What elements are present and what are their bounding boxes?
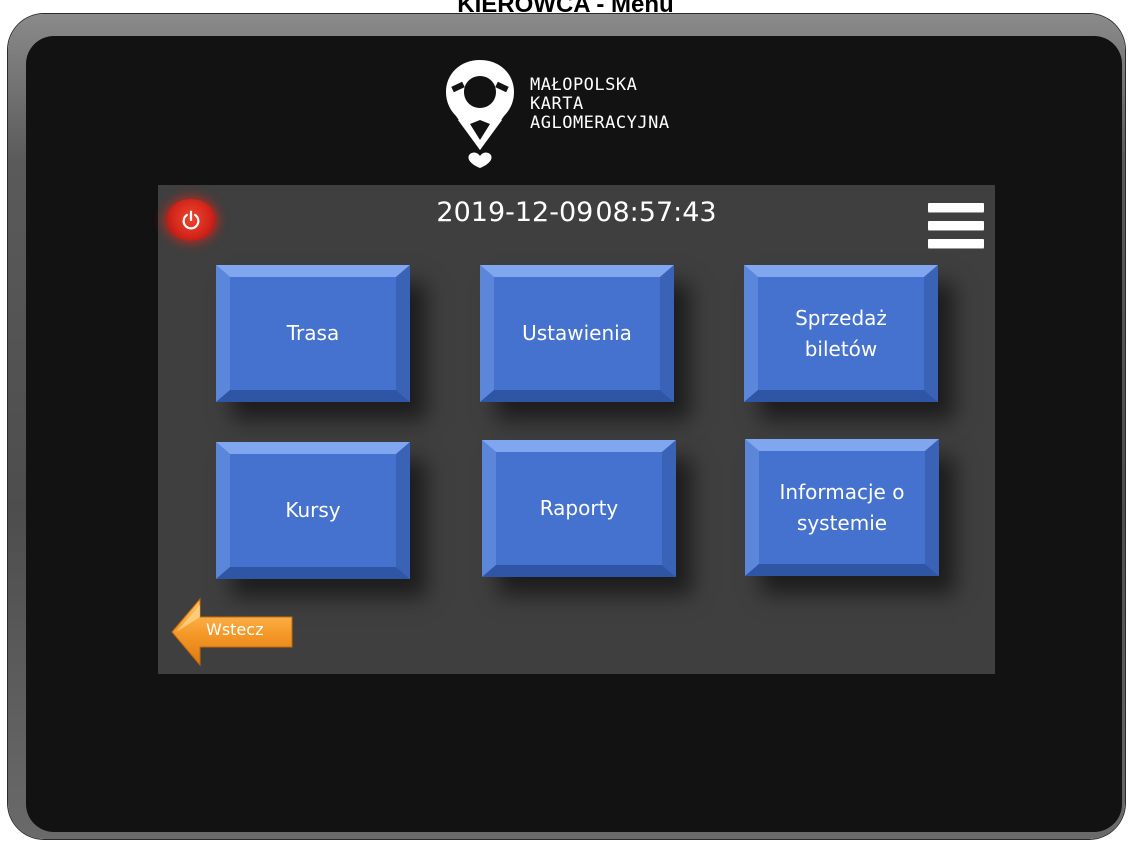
status-time: 08:57:43: [595, 197, 717, 228]
menu-tile-sprzedaz-biletow[interactable]: Sprzedaż biletów: [744, 265, 938, 402]
menu-tile-label: Kursy: [285, 498, 341, 522]
menu-tile-label: Trasa: [286, 321, 340, 345]
menu-tile-label: Raporty: [539, 496, 619, 520]
brand-logo: MAŁOPOLSKA KARTA AGLOMERACYJNA: [440, 54, 740, 170]
menu-tile-raporty[interactable]: Raporty: [482, 440, 676, 577]
back-button[interactable]: Wstecz: [166, 597, 296, 667]
hamburger-menu-button[interactable]: [928, 203, 984, 253]
menu-tile-kursy[interactable]: Kursy: [216, 442, 410, 579]
menu-tile-informacje-o-systemie[interactable]: Informacje o systemie: [745, 439, 939, 576]
logo-line-2: KARTA: [530, 94, 584, 114]
menu-tile-label: Informacje o systemie: [779, 479, 905, 535]
menu-tile-label: Ustawienia: [522, 321, 632, 345]
menu-tile-label: Sprzedaż biletów: [795, 305, 887, 361]
menu-tile-trasa[interactable]: Trasa: [216, 265, 410, 402]
status-datetime: 2019-12-0908:57:43: [158, 197, 995, 229]
location-pin-logo-icon: [446, 60, 514, 168]
power-button[interactable]: [166, 199, 216, 241]
power-icon: [182, 210, 200, 230]
logo-line-3: AGLOMERACYJNA: [530, 113, 670, 133]
hamburger-menu-icon: [928, 239, 984, 248]
back-button-label: Wstecz: [206, 620, 264, 639]
hamburger-menu-icon: [928, 221, 984, 230]
hamburger-menu-icon: [928, 203, 984, 212]
touch-screen: 2019-12-0908:57:43 Trasa Ustawienia Sprz…: [158, 185, 995, 674]
menu-tile-ustawienia[interactable]: Ustawienia: [480, 265, 674, 402]
status-date: 2019-12-09: [436, 197, 594, 228]
logo-line-1: MAŁOPOLSKA: [530, 75, 638, 95]
brand-logo-text: MAŁOPOLSKA KARTA AGLOMERACYJNA: [530, 76, 670, 133]
